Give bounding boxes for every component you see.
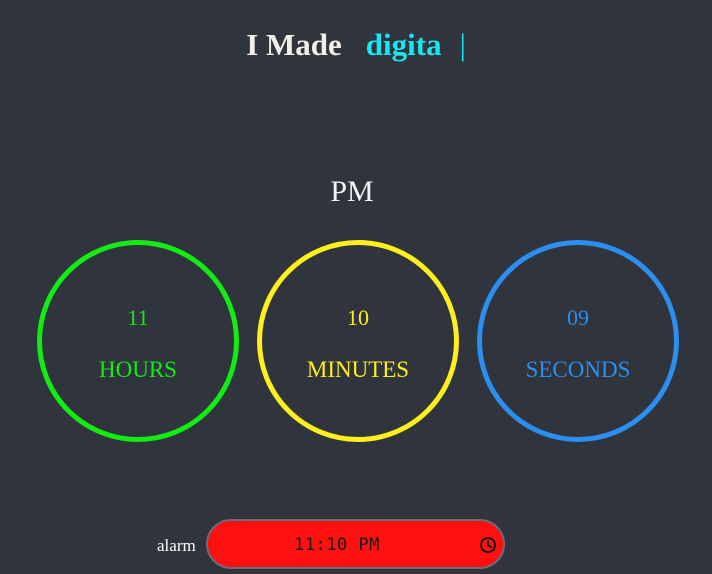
seconds-label: SECONDS [525,357,631,382]
hours-ring: 11 HOURS [37,240,239,442]
seconds-value: 09 [567,305,589,330]
typed-text: digita [365,27,442,62]
alarm-time-value[interactable]: 11:10 PM [294,535,380,555]
title-prefix: I Made [246,27,342,62]
minutes-label: MINUTES [306,357,410,382]
seconds-ring: 09 SECONDS [477,240,679,442]
minutes-value: 10 [347,305,369,330]
alarm-label: alarm [157,536,196,555]
minutes-ring: 10 MINUTES [257,240,459,442]
clock-icon[interactable] [479,536,497,554]
hours-value: 11 [127,305,149,330]
page-title: I Made digita | [0,22,712,68]
alarm-time-input[interactable]: 11:10 PM [206,519,505,569]
am-pm-indicator: PM [330,175,374,208]
typing-cursor: | [459,27,466,62]
hours-label: HOURS [99,357,177,382]
